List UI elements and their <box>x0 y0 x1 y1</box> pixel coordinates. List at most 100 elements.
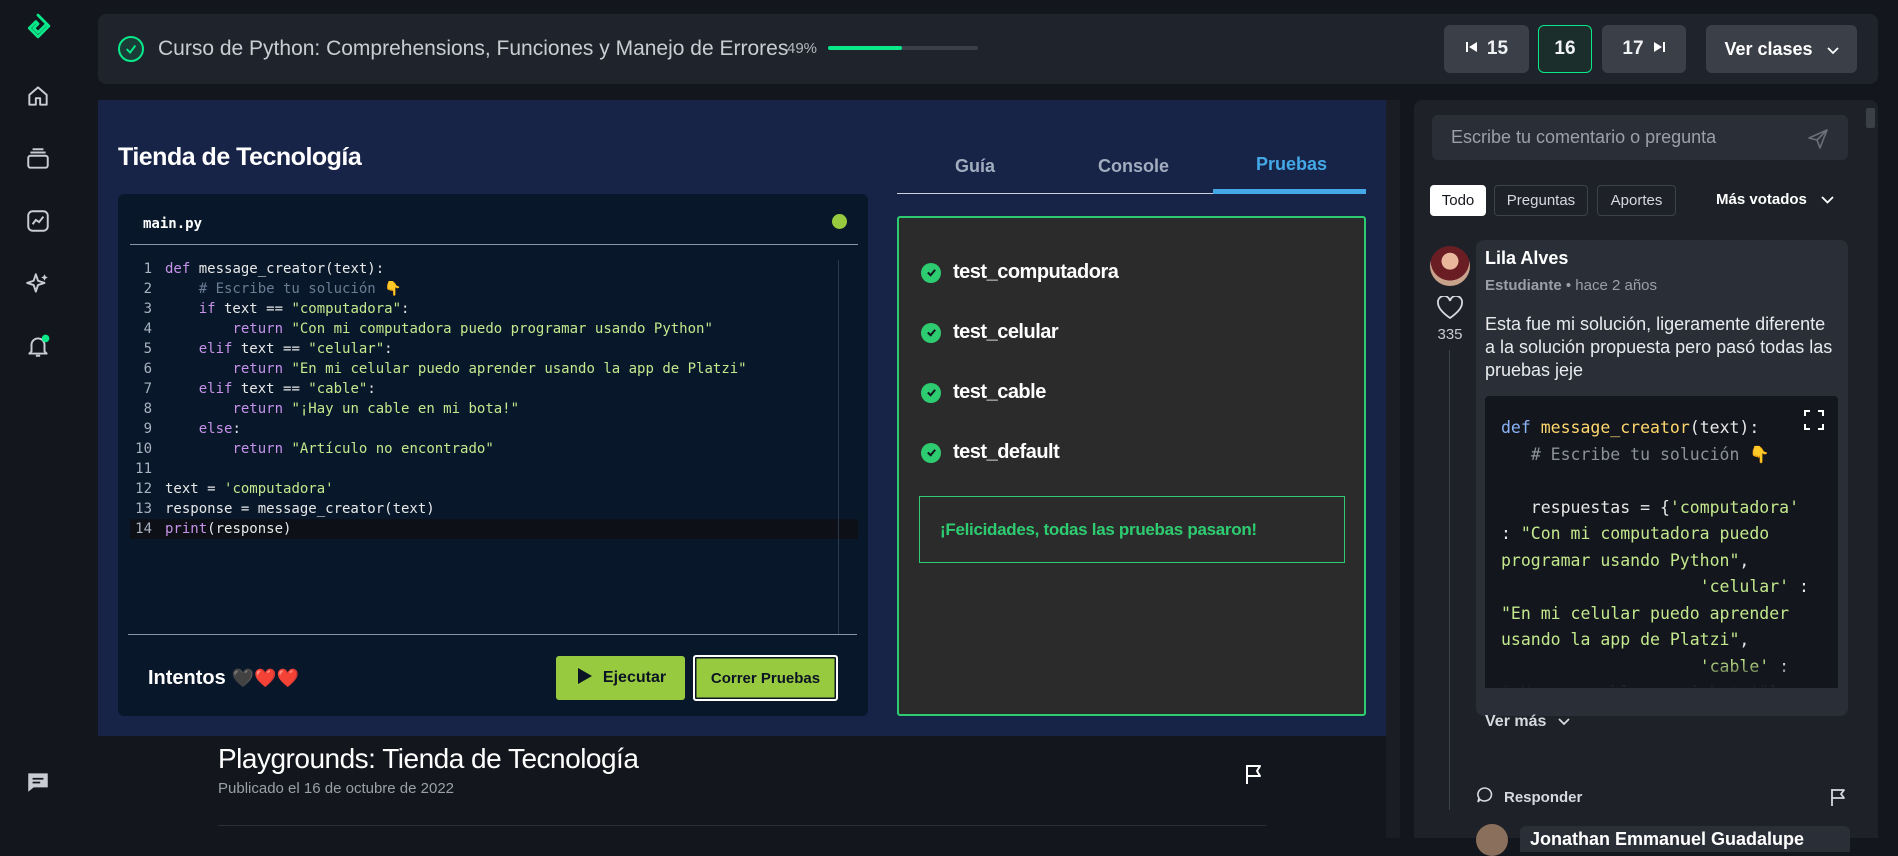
comments-scrollbar[interactable] <box>1866 108 1875 128</box>
test-item: test_computadora <box>921 261 1119 284</box>
next-class-number: 17 <box>1622 38 1644 59</box>
file-tab[interactable]: main.py <box>143 216 202 232</box>
article-date: Publicado el 16 de octubre de 2022 <box>218 780 455 797</box>
course-badge-icon <box>118 36 144 62</box>
page-scrollbar[interactable] <box>1386 100 1400 838</box>
ver-mas-label: Ver más <box>1485 713 1547 730</box>
current-class-button[interactable]: 16 <box>1538 25 1592 73</box>
line-number: 6 <box>143 361 152 377</box>
left-rail <box>0 0 76 838</box>
line-number: 14 <box>135 521 152 537</box>
tab-pruebas[interactable]: Pruebas <box>1256 154 1327 175</box>
prev-class-number: 15 <box>1486 38 1509 59</box>
chevron-down-icon <box>1558 713 1571 731</box>
code-line[interactable]: 13 response = message_creator(text) <box>130 499 858 519</box>
home-icon[interactable] <box>24 82 52 110</box>
line-number: 10 <box>135 441 152 457</box>
report-flag-icon[interactable] <box>1244 763 1264 790</box>
reply-button[interactable]: Responder <box>1476 786 1582 808</box>
line-number: 12 <box>135 481 152 497</box>
sparkle-icon[interactable] <box>24 270 52 298</box>
code-line[interactable]: 5 elif text == "celular": <box>130 339 858 359</box>
code-area[interactable]: 1 def message_creator(text): 2 # Escribe t… <box>130 259 858 539</box>
filter-todo[interactable]: Todo <box>1430 185 1486 216</box>
notifications-bell-icon[interactable] <box>24 332 52 360</box>
comment-input[interactable]: Escribe tu comentario o pregunta <box>1432 115 1848 160</box>
comment-code: def message_creator(text): # Escribe tu … <box>1501 418 1809 688</box>
ver-mas-button[interactable]: Ver más <box>1485 713 1571 731</box>
code-text: return "En mi celular puedo aprender usa… <box>232 361 747 377</box>
progress-fill <box>828 46 902 50</box>
code-line[interactable]: 12 text = 'computadora' <box>130 479 858 499</box>
code-line[interactable]: 10 return "Artículo no encontrado" <box>130 439 858 459</box>
code-text: return "¡Hay un cable en mi bota!" <box>232 401 520 417</box>
code-line[interactable]: 14 print(response) <box>130 519 858 539</box>
ver-clases-dropdown[interactable]: Ver clases <box>1706 25 1857 73</box>
skip-forward-icon <box>1652 38 1666 60</box>
test-name: test_computadora <box>953 261 1119 283</box>
comment-code-block[interactable]: def message_creator(text): # Escribe tu … <box>1485 396 1838 688</box>
report-flag-icon[interactable] <box>1829 787 1847 812</box>
courses-icon[interactable] <box>24 145 52 173</box>
comment-meta: Estudiante • hace 2 años <box>1485 277 1658 294</box>
line-number: 5 <box>143 341 152 357</box>
code-text: print(response) <box>165 521 292 537</box>
check-circle-icon <box>921 322 941 343</box>
comment-role: Estudiante <box>1485 277 1562 294</box>
code-text: else: <box>198 421 241 437</box>
code-line[interactable]: 2 # Escribe tu solución 👇 <box>130 279 858 299</box>
send-icon[interactable] <box>1807 128 1829 155</box>
line-number: 9 <box>143 421 152 437</box>
test-item: test_cable <box>921 381 1046 404</box>
comment-text: Esta fue mi solución, ligeramente difere… <box>1485 314 1833 380</box>
platzi-logo-icon[interactable] <box>24 12 52 40</box>
course-title[interactable]: Curso de Python: Comprehensions, Funcion… <box>158 37 788 61</box>
code-text: # Escribe tu solución 👇 <box>198 281 402 297</box>
code-line[interactable]: 8 return "¡Hay un cable en mi bota!" <box>130 399 858 419</box>
code-line[interactable]: 9 else: <box>130 419 858 439</box>
attempts: Intentos 🖤❤️❤️ <box>148 667 299 690</box>
test-name: test_celular <box>953 321 1059 343</box>
code-line[interactable]: 7 elif text == "cable": <box>130 379 858 399</box>
chevron-down-icon <box>1826 39 1839 60</box>
progress-percent: 49% <box>787 40 818 57</box>
playground-tabs: Guía Console Pruebas <box>897 150 1365 194</box>
like-count: 335 <box>1437 326 1463 343</box>
tab-console[interactable]: Console <box>1098 156 1169 177</box>
thread-line <box>1449 350 1450 810</box>
comment-author[interactable]: Lila Alves <box>1485 248 1568 269</box>
expand-icon[interactable] <box>1797 403 1831 437</box>
next-comment-author[interactable]: Jonathan Emmanuel Guadalupe <box>1520 826 1850 852</box>
chevron-down-icon <box>1821 191 1834 208</box>
editor-divider <box>130 244 858 245</box>
code-text: elif text == "cable": <box>198 381 376 397</box>
test-item: test_celular <box>921 321 1059 344</box>
attempts-label: Intentos <box>148 667 226 689</box>
filter-aportes[interactable]: Aportes <box>1597 185 1676 216</box>
code-line[interactable]: 1 def message_creator(text): <box>130 259 858 279</box>
code-text: if text == "computadora": <box>198 301 410 317</box>
code-line[interactable]: 3 if text == "computadora": <box>130 299 858 319</box>
run-tests-button[interactable]: Correr Pruebas <box>693 655 838 701</box>
avatar[interactable] <box>1476 824 1508 856</box>
code-line[interactable]: 6 return "En mi celular puedo aprender u… <box>130 359 858 379</box>
code-text: def message_creator(text): <box>165 261 385 277</box>
code-text: text = 'computadora' <box>165 481 334 497</box>
filter-preguntas[interactable]: Preguntas <box>1494 185 1588 216</box>
prev-class-button[interactable]: 15 <box>1444 25 1529 73</box>
test-name: test_cable <box>953 381 1046 403</box>
tab-guia[interactable]: Guía <box>955 156 995 177</box>
next-class-button[interactable]: 17 <box>1602 25 1686 73</box>
code-text: return "Con mi computadora puedo program… <box>232 321 713 337</box>
sort-dropdown[interactable]: Más votados <box>1716 191 1834 208</box>
active-tab-indicator <box>1213 189 1366 194</box>
editor-scrollbar[interactable] <box>838 260 839 634</box>
code-line[interactable]: 11 <box>130 459 858 479</box>
run-button[interactable]: Ejecutar <box>556 656 685 700</box>
chat-icon[interactable] <box>24 768 52 796</box>
like-heart-icon[interactable] <box>1436 295 1464 325</box>
progress-chart-icon[interactable] <box>24 207 52 235</box>
avatar[interactable] <box>1430 246 1470 286</box>
code-line[interactable]: 4 return "Con mi computadora puedo progr… <box>130 319 858 339</box>
check-circle-icon <box>921 262 941 283</box>
